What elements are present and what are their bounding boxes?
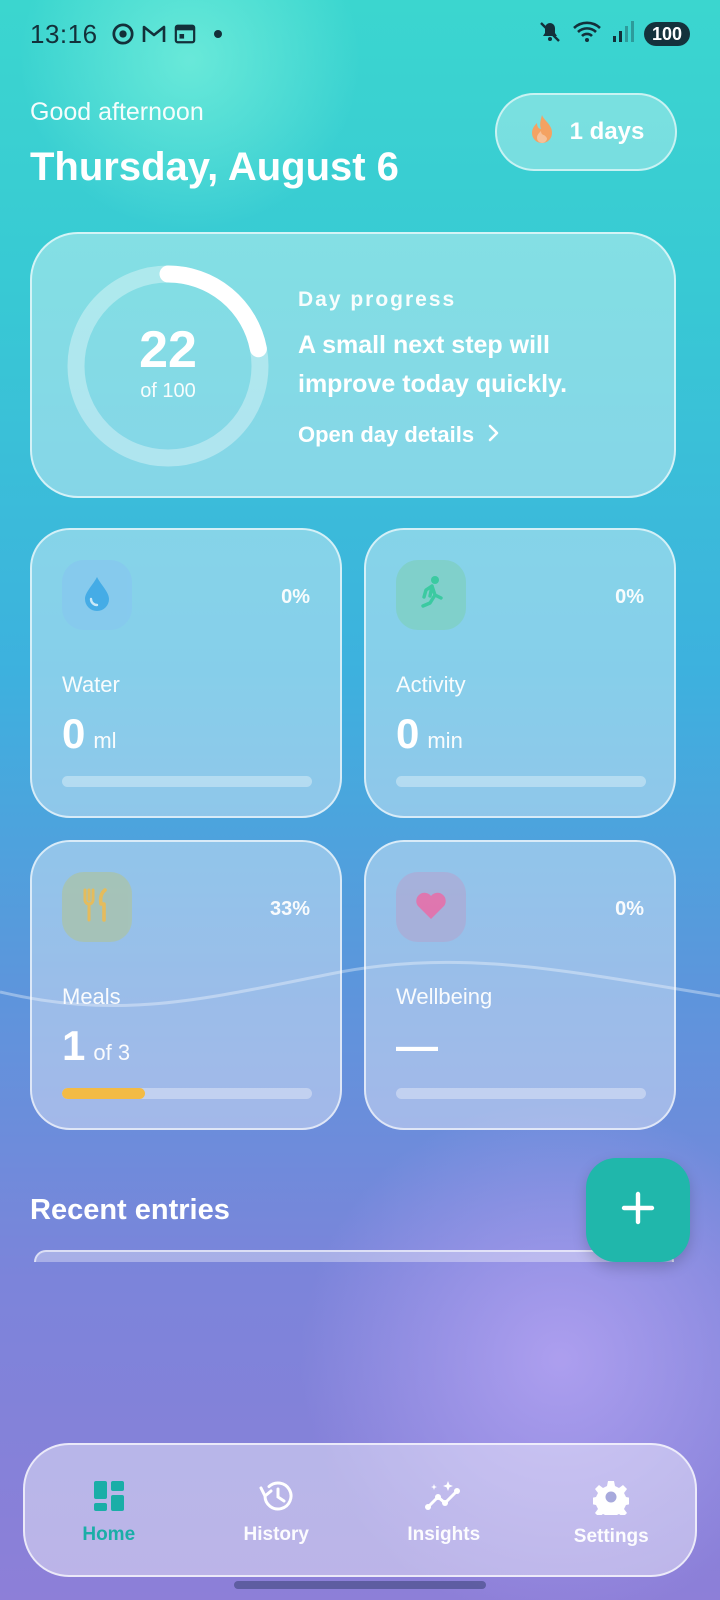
meals-unit: of 3 xyxy=(93,1040,131,1065)
status-notification-icons xyxy=(112,23,222,45)
mute-icon xyxy=(538,20,562,49)
water-icon-tile xyxy=(62,560,132,630)
nav-item-home[interactable]: Home xyxy=(25,1445,193,1575)
nav-label-history: History xyxy=(243,1524,309,1545)
nav-label-home: Home xyxy=(82,1524,136,1545)
cutlery-icon xyxy=(81,887,113,927)
notification-dot xyxy=(213,30,222,38)
water-drop-icon xyxy=(82,575,112,616)
meals-label: Meals xyxy=(62,984,121,1009)
bottom-navigation: Home History Insights Settings xyxy=(23,1443,697,1577)
meals-progress-bar xyxy=(62,1088,312,1099)
page-title: Thursday, August 6 xyxy=(30,145,399,189)
insights-icon xyxy=(424,1479,464,1518)
nav-item-insights[interactable]: Insights xyxy=(360,1445,528,1575)
day-progress-heading: Day progress xyxy=(298,288,457,311)
activity-unit: min xyxy=(427,728,463,753)
history-icon xyxy=(258,1479,294,1518)
water-card[interactable]: 0% Water 0 ml xyxy=(30,528,342,818)
gear-icon xyxy=(591,1479,632,1521)
wellbeing-card[interactable]: 0% Wellbeing — xyxy=(364,840,676,1130)
wellbeing-label: Wellbeing xyxy=(396,984,493,1009)
wellbeing-percent: 0% xyxy=(615,898,644,920)
heart-icon xyxy=(414,890,448,925)
wellbeing-progress-bar xyxy=(396,1088,646,1099)
chrome-icon xyxy=(112,23,134,45)
water-label: Water xyxy=(62,672,120,697)
progress-total: of 100 xyxy=(140,380,196,402)
status-system-icons: 100 xyxy=(538,20,690,49)
status-bar: 13:16 100 xyxy=(0,0,720,68)
calendar-app-icon xyxy=(174,23,196,45)
nav-label-insights: Insights xyxy=(407,1524,481,1545)
meals-percent: 33% xyxy=(269,898,310,920)
nav-item-history[interactable]: History xyxy=(193,1445,361,1575)
wifi-icon xyxy=(572,20,602,49)
progress-ring: 22 of 100 xyxy=(66,264,270,468)
activity-progress-bar xyxy=(396,776,646,787)
water-percent: 0% xyxy=(281,586,310,608)
plus-icon xyxy=(620,1190,656,1231)
open-day-details-link[interactable]: Open day details xyxy=(298,422,500,448)
activity-label: Activity xyxy=(396,672,466,697)
day-progress-card[interactable]: 22 of 100 Day progress A small next step… xyxy=(30,232,676,498)
wellbeing-amount: — xyxy=(396,1022,438,1069)
streak-label: 1 days xyxy=(569,118,645,145)
water-progress-bar xyxy=(62,776,312,787)
recent-entries-heading: Recent entries xyxy=(30,1194,230,1226)
add-entry-button[interactable] xyxy=(586,1158,690,1262)
activity-value: 0 min xyxy=(396,710,463,758)
activity-amount: 0 xyxy=(396,710,420,757)
progress-value: 22 xyxy=(139,321,197,379)
signal-icon xyxy=(612,20,634,49)
nav-item-settings[interactable]: Settings xyxy=(528,1445,696,1575)
open-day-details-label: Open day details xyxy=(298,422,475,447)
gmail-icon xyxy=(142,23,166,45)
battery-icon: 100 xyxy=(643,22,690,46)
water-unit: ml xyxy=(93,728,117,753)
activity-icon-tile xyxy=(396,560,466,630)
streak-badge[interactable]: 1 days xyxy=(495,93,677,171)
dashboard-icon xyxy=(92,1479,126,1518)
greeting: Good afternoon xyxy=(30,98,204,126)
meals-progress-fill xyxy=(62,1088,145,1099)
flame-icon xyxy=(528,113,556,152)
nav-label-settings: Settings xyxy=(573,1526,649,1547)
water-value: 0 ml xyxy=(62,710,117,758)
chevron-right-icon xyxy=(488,422,500,448)
meals-icon-tile xyxy=(62,872,132,942)
meals-card[interactable]: 33% Meals 1 of 3 xyxy=(30,840,342,1130)
wellbeing-value: — xyxy=(396,1022,446,1070)
recent-entry-card[interactable] xyxy=(34,1250,674,1262)
status-time: 13:16 xyxy=(30,18,98,49)
activity-card[interactable]: 0% Activity 0 min xyxy=(364,528,676,818)
water-amount: 0 xyxy=(62,710,86,757)
meals-amount: 1 xyxy=(62,1022,86,1069)
meals-value: 1 of 3 xyxy=(62,1022,130,1070)
activity-percent: 0% xyxy=(615,586,644,608)
running-person-icon xyxy=(414,575,448,616)
day-progress-message: A small next step will improve today qui… xyxy=(298,331,568,398)
home-indicator[interactable] xyxy=(234,1581,486,1589)
wellbeing-icon-tile xyxy=(396,872,466,942)
